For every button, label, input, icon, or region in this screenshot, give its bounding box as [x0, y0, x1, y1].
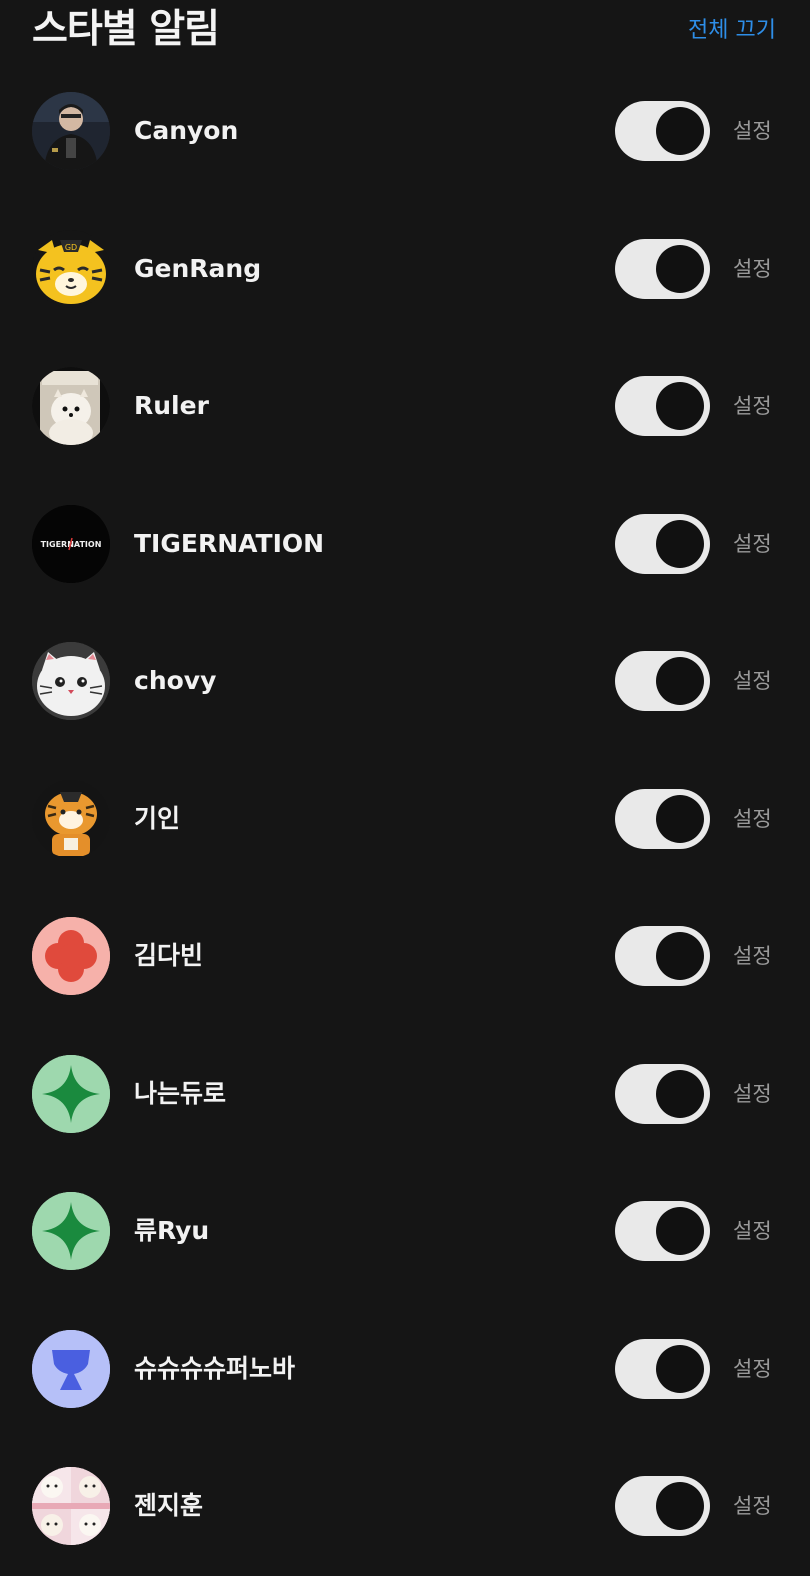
toggle-knob [656, 657, 704, 705]
star-name: 나는듀로 [134, 1078, 227, 1108]
header: 스타별 알림 전체 끄기 [0, 0, 810, 62]
notification-toggle[interactable] [615, 376, 710, 436]
toggle-knob [656, 1069, 704, 1118]
tiger-plush-icon [32, 779, 110, 858]
list-item: 나는듀로 설정 [0, 1026, 810, 1164]
toggle-knob [656, 794, 704, 843]
tiger-mascot-icon: GD [36, 239, 106, 304]
page-title: 스타별 알림 [32, 7, 220, 52]
notification-toggle[interactable] [615, 926, 710, 986]
avatar [32, 92, 110, 170]
toggle-knob [656, 107, 704, 155]
setting-button[interactable]: 설정 [733, 251, 772, 287]
star-name: Canyon [134, 116, 239, 145]
dog-photo-icon [32, 367, 110, 445]
star-name: TIGERNATION [134, 528, 325, 558]
notification-toggle[interactable] [615, 651, 710, 711]
list-item: Canyon 설정 [0, 63, 810, 201]
toggle-knob [656, 1482, 704, 1530]
avatar [32, 367, 110, 445]
setting-button[interactable]: 설정 [733, 1076, 772, 1112]
setting-button[interactable]: 설정 [733, 801, 772, 837]
star-name: 김다빈 [134, 941, 204, 970]
setting-button[interactable]: 설정 [733, 938, 772, 974]
star-name: chovy [134, 666, 217, 695]
list-item: 류Ryu 설정 [0, 1163, 810, 1301]
list-item: chovy 설정 [0, 613, 810, 751]
setting-button[interactable]: 설정 [733, 1351, 772, 1387]
svg-text:GD: GD [65, 243, 77, 252]
notification-toggle[interactable] [615, 1201, 710, 1261]
list-item: TIGERNATION TIGERNATION 설정 [0, 476, 810, 614]
list-item: 김다빈 설정 [0, 888, 810, 1026]
avatar [32, 779, 110, 858]
list-item: 기인 설정 [0, 751, 810, 889]
list-item: 슈슈슈슈퍼노바 설정 [0, 1301, 810, 1439]
toggle-knob [656, 382, 704, 430]
toggle-knob [656, 519, 704, 568]
star-name: 슈슈슈슈퍼노바 [134, 1353, 296, 1383]
star-name: GenRang [134, 253, 262, 283]
green-sparkle-icon [32, 1192, 110, 1270]
star-notification-page: 스타별 알림 전체 끄기 Canyon 설정 GD GenRang 설정 Rul… [0, 0, 810, 1576]
toggle-knob [656, 1344, 704, 1393]
notification-toggle[interactable] [615, 1063, 710, 1124]
avatar [32, 642, 110, 720]
blue-cup-icon [32, 1329, 110, 1408]
green-sparkle-icon [32, 1054, 110, 1133]
star-list: Canyon 설정 GD GenRang 설정 Ruler 설정 TIGERNA… [0, 63, 810, 1576]
avatar [32, 1467, 110, 1545]
photo-player-icon [32, 92, 110, 170]
setting-button[interactable]: 설정 [733, 1488, 772, 1524]
avatar [32, 1054, 110, 1133]
avatar [32, 1329, 110, 1408]
dog-collage-icon [32, 1467, 110, 1545]
avatar: TIGERNATION [32, 504, 110, 583]
notification-toggle[interactable] [615, 101, 710, 161]
notification-toggle[interactable] [615, 238, 710, 299]
setting-button[interactable]: 설정 [733, 388, 772, 424]
red-flower-icon [32, 917, 110, 995]
list-item: GD GenRang 설정 [0, 201, 810, 339]
setting-button[interactable]: 설정 [733, 526, 772, 562]
setting-button[interactable]: 설정 [733, 663, 772, 699]
star-name: Ruler [134, 391, 209, 420]
notification-toggle[interactable] [615, 788, 710, 849]
setting-button[interactable]: 설정 [733, 1213, 772, 1249]
cat-plush-icon [32, 642, 110, 720]
turn-off-all-button[interactable]: 전체 끄기 [688, 14, 776, 48]
notification-toggle[interactable] [615, 1338, 710, 1399]
avatar [32, 1192, 110, 1270]
avatar [32, 917, 110, 995]
toggle-knob [656, 932, 704, 980]
star-name: 기인 [134, 803, 181, 833]
list-item: 젠지훈 설정 [0, 1438, 810, 1576]
tigernation-logo: TIGERNATION [32, 504, 110, 583]
star-name: 류Ryu [134, 1216, 210, 1245]
notification-toggle[interactable] [615, 1476, 710, 1536]
star-name: 젠지훈 [134, 1491, 204, 1520]
avatar: GD [32, 229, 110, 308]
list-item: Ruler 설정 [0, 338, 810, 476]
toggle-knob [656, 244, 704, 293]
setting-button[interactable]: 설정 [733, 113, 772, 149]
toggle-knob [656, 1207, 704, 1255]
notification-toggle[interactable] [615, 513, 710, 574]
